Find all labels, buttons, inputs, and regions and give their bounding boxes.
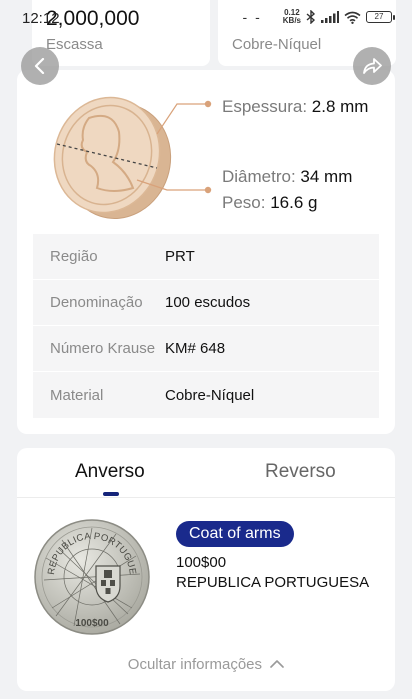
weight-spec: Peso: 16.6 g xyxy=(222,193,317,213)
info-value: 100 escudos xyxy=(165,294,251,311)
thickness-label: Espessura: xyxy=(222,97,308,116)
rarity-label: Escassa xyxy=(46,36,103,53)
info-row-krause-number: Número Krause KM# 648 xyxy=(33,326,379,372)
coin-inscription-bottom: 100$00 xyxy=(75,618,109,629)
info-row-region: Região PRT xyxy=(33,234,379,280)
hide-info-label: Ocultar informações xyxy=(127,656,263,673)
weight-label: Peso: xyxy=(222,193,266,212)
obverse-description-line1: 100$00 xyxy=(176,554,227,571)
coin-dimensions: Espessura: 2.8 mm Diâmetro: 34 mm Peso: … xyxy=(17,70,395,230)
info-table: Região PRT Denominação 100 escudos Númer… xyxy=(33,234,379,418)
network-speed-unit: KB/s xyxy=(282,16,301,25)
coin-dimension-illustration xyxy=(53,96,212,219)
sides-card: Anverso Reverso REPUBLICA PORTUGUESA xyxy=(17,448,395,691)
weight-value: 16.6 g xyxy=(270,193,318,212)
back-button[interactable] xyxy=(21,47,59,85)
composition-label: Cobre-Níquel xyxy=(232,36,322,53)
info-key: Região xyxy=(50,248,98,265)
share-icon xyxy=(363,58,382,74)
bluetooth-icon xyxy=(306,10,316,24)
thickness-spec: Espessura: 2.8 mm xyxy=(222,97,368,117)
network-speed: 0.12 KB/s xyxy=(283,9,301,25)
signal-dashes: - - xyxy=(242,9,262,25)
info-key: Denominação xyxy=(50,294,143,311)
chevron-left-icon xyxy=(34,58,45,74)
info-row-material: Material Cobre-Níquel xyxy=(33,372,379,418)
chevron-up-icon xyxy=(270,660,284,668)
coin-details-card: Espessura: 2.8 mm Diâmetro: 34 mm Peso: … xyxy=(17,70,395,434)
info-row-denomination: Denominação 100 escudos xyxy=(33,280,379,326)
share-button[interactable] xyxy=(353,47,391,85)
thickness-value: 2.8 mm xyxy=(311,97,369,116)
diameter-value: 34 mm xyxy=(300,167,353,186)
active-tab-indicator xyxy=(103,492,119,496)
diameter-spec: Diâmetro: 34 mm xyxy=(222,167,352,187)
status-icons: - - 0.12 KB/s 27 xyxy=(242,9,395,25)
side-tabs: Anverso Reverso xyxy=(17,448,395,498)
diameter-label: Diâmetro: xyxy=(222,167,296,186)
status-bar: 12:12 - - 0.12 KB/s 27 xyxy=(0,0,412,36)
hide-info-button[interactable]: Ocultar informações xyxy=(17,656,395,673)
info-value: KM# 648 xyxy=(165,340,226,357)
battery-indicator: 27 xyxy=(366,11,395,23)
tab-obverse[interactable]: Anverso xyxy=(75,461,145,483)
info-key: Material xyxy=(50,386,104,404)
status-time: 12:12 xyxy=(22,10,60,27)
info-value: PRT xyxy=(165,248,195,265)
info-value: Cobre-Níquel xyxy=(165,386,255,404)
obverse-description-line2: REPUBLICA PORTUGUESA xyxy=(176,574,370,591)
signal-strength-icon xyxy=(321,11,339,23)
tab-reverse[interactable]: Reverso xyxy=(265,461,336,483)
wifi-icon xyxy=(344,11,361,24)
coat-of-arms-badge: Coat of arms xyxy=(176,521,294,547)
info-key: Número Krause xyxy=(50,340,156,357)
obverse-coin-image[interactable]: REPUBLICA PORTUGUESA 100$00 xyxy=(32,518,152,636)
